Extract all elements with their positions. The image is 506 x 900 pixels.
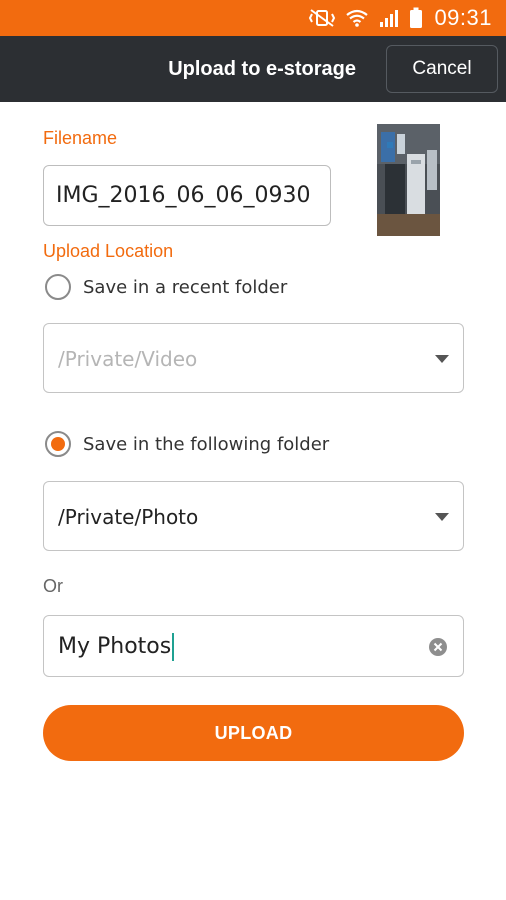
- radio-recent-folder[interactable]: Save in a recent folder: [45, 274, 287, 300]
- following-folder-value: /Private/Photo: [58, 505, 199, 529]
- status-time: 09:31: [434, 5, 492, 30]
- recent-folder-value: /Private/Video: [58, 347, 198, 371]
- battery-icon: [409, 7, 423, 29]
- vibrate-mute-icon: [308, 8, 336, 28]
- new-folder-input[interactable]: My Photos: [43, 615, 464, 677]
- cancel-button[interactable]: Cancel: [386, 45, 498, 93]
- radio-button-unchecked[interactable]: [45, 274, 71, 300]
- status-icons: 09:31: [308, 0, 492, 36]
- new-folder-text: My Photos: [58, 634, 172, 659]
- recent-folder-select[interactable]: /Private/Video: [43, 323, 464, 393]
- signal-icon: [378, 8, 400, 28]
- or-label: Or: [43, 576, 63, 596]
- status-bar: 09:31: [0, 0, 506, 36]
- wifi-icon: [345, 8, 369, 28]
- clear-icon[interactable]: [429, 638, 447, 656]
- dropdown-arrow-icon: [435, 355, 449, 363]
- dropdown-arrow-icon: [435, 513, 449, 521]
- radio-following-label: Save in the following folder: [83, 433, 330, 455]
- following-folder-select[interactable]: /Private/Photo: [43, 481, 464, 551]
- filename-input[interactable]: IMG_2016_06_06_0930: [43, 165, 331, 226]
- radio-recent-label: Save in a recent folder: [83, 276, 288, 298]
- text-cursor: [172, 633, 175, 661]
- upload-button[interactable]: UPLOAD: [43, 705, 464, 761]
- upload-location-label: Upload Location: [43, 241, 174, 261]
- filename-label: Filename: [43, 128, 118, 148]
- radio-following-folder[interactable]: Save in the following folder: [45, 431, 329, 457]
- page-title: Upload to e-storage: [168, 58, 356, 80]
- radio-button-checked[interactable]: [45, 431, 71, 457]
- photo-thumbnail: [377, 124, 440, 236]
- app-bar: Upload to e-storage Cancel: [0, 36, 506, 102]
- new-folder-value: My Photos: [58, 616, 175, 678]
